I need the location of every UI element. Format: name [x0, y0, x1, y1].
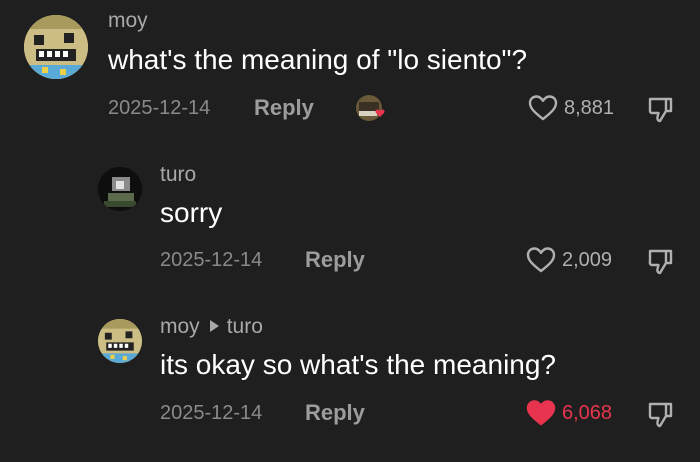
- like-count: 8,881: [564, 96, 615, 119]
- dislike-button[interactable]: [646, 400, 676, 435]
- avatar-pixel-face-icon: [24, 15, 88, 79]
- like-count: 2,009: [562, 248, 613, 271]
- comment-username[interactable]: moy: [160, 315, 200, 338]
- heart-icon: [526, 247, 556, 273]
- thumbs-down-icon: [648, 402, 673, 428]
- like-button[interactable]: 6,068: [526, 399, 612, 427]
- reply-button[interactable]: Reply: [305, 248, 365, 272]
- like-button[interactable]: 8,881: [528, 94, 614, 122]
- like-count: 6,068: [562, 401, 613, 424]
- comment-date: 2025-12-14: [108, 97, 211, 119]
- avatar-photo-icon: [98, 167, 142, 211]
- comment-text: sorry: [160, 197, 223, 228]
- thumbs-down-icon: [648, 249, 673, 275]
- dislike-button[interactable]: [646, 95, 676, 130]
- heart-filled-icon: [526, 400, 556, 426]
- avatar[interactable]: [24, 15, 88, 79]
- heart-icon: [528, 95, 558, 121]
- comment-username[interactable]: moy: [108, 9, 148, 33]
- comment-username[interactable]: turo: [160, 163, 196, 187]
- avatar[interactable]: [98, 167, 142, 211]
- reply-button[interactable]: Reply: [305, 401, 365, 425]
- comment-date: 2025-12-14: [160, 402, 263, 424]
- like-button[interactable]: 2,009: [526, 246, 612, 274]
- comment-text: its okay so what's the meaning?: [160, 349, 557, 380]
- creator-liked-icon: [355, 94, 385, 124]
- comment-item: moy turo its okay so what's the meaning? …: [0, 303, 700, 453]
- comment-item: turo sorry 2025-12-14 Reply 2,009: [0, 150, 700, 290]
- reply-to-username[interactable]: turo: [227, 315, 263, 338]
- dislike-button[interactable]: [646, 247, 676, 282]
- comment-text: what's the meaning of "lo siento"?: [108, 44, 528, 75]
- avatar-pixel-face-icon: [98, 319, 142, 363]
- comment-item: moy what's the meaning of "lo siento"? 2…: [0, 0, 700, 140]
- thumbs-down-icon: [648, 97, 673, 123]
- reply-arrow-icon: [209, 320, 219, 332]
- comment-username-line: moy turo: [160, 315, 263, 339]
- reply-button[interactable]: Reply: [254, 96, 314, 120]
- avatar[interactable]: [98, 319, 142, 363]
- comment-date: 2025-12-14: [160, 249, 263, 271]
